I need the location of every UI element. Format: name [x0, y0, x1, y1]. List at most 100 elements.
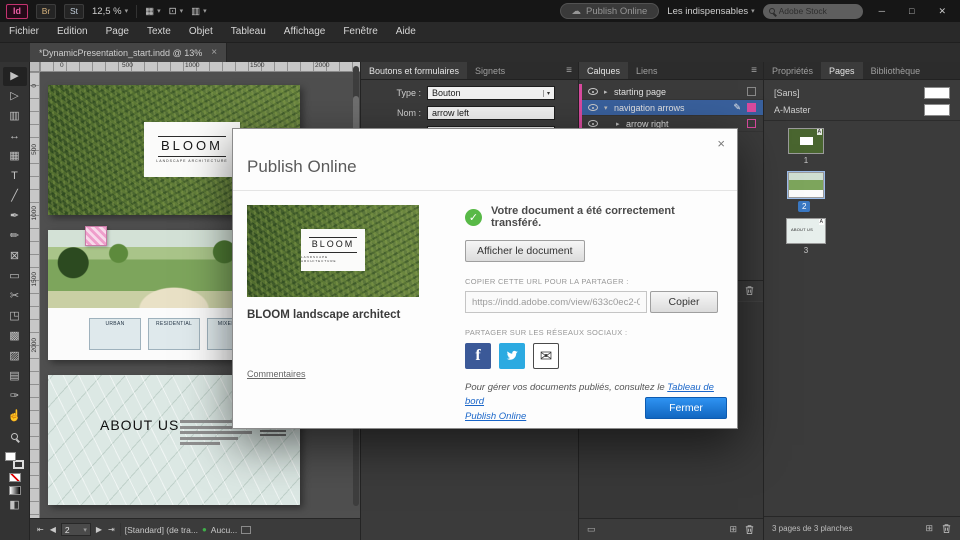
master-row-none[interactable]: [Sans]	[764, 84, 960, 101]
fill-swatch[interactable]	[5, 452, 16, 461]
visibility-eye-icon[interactable]	[588, 104, 598, 111]
tab-pages[interactable]: Pages	[821, 62, 863, 79]
menu-edition[interactable]: Edition	[48, 22, 97, 42]
zoom-tool[interactable]	[3, 427, 27, 446]
menu-tableau[interactable]: Tableau	[222, 22, 275, 42]
page-number-field[interactable]: 2 ▾	[61, 523, 91, 536]
page-tool[interactable]: ▥	[3, 107, 27, 126]
rectangle-frame-tool[interactable]: ⊠	[3, 247, 27, 266]
last-page-button[interactable]: ⇥	[107, 525, 116, 534]
tab-signets[interactable]: Signets	[467, 62, 513, 79]
new-item-icon[interactable]: ⊞	[729, 524, 737, 535]
previous-page-button[interactable]: ◀	[49, 525, 57, 534]
comments-link[interactable]: Commentaires	[247, 369, 306, 379]
menu-objet[interactable]: Objet	[180, 22, 222, 42]
publish-online-link[interactable]: Publish Online	[465, 411, 526, 422]
menu-aide[interactable]: Aide	[387, 22, 425, 42]
new-page-icon[interactable]: ⊞	[925, 523, 933, 534]
preflight-menu-box[interactable]	[241, 526, 251, 534]
adobe-stock-search[interactable]	[763, 4, 863, 19]
menu-fenetre[interactable]: Fenêtre	[334, 22, 386, 42]
publish-online-toolbar-button[interactable]: ☁ Publish Online	[560, 3, 660, 19]
view-options-dropdown[interactable]: ▦ ▾	[145, 6, 161, 17]
selection-tool[interactable]: ▶	[3, 67, 27, 86]
expander-icon[interactable]: ▸	[604, 88, 614, 96]
horizontal-ruler[interactable]: 0 500 1000 1500 2000	[40, 62, 360, 72]
menu-page[interactable]: Page	[97, 22, 138, 42]
pen-tool[interactable]: ✒	[3, 207, 27, 226]
layer-row-starting-page[interactable]: ▸ starting page	[579, 84, 763, 100]
expander-icon[interactable]: ▾	[604, 104, 614, 112]
page-3-number[interactable]: 3	[788, 246, 824, 255]
direct-selection-tool[interactable]: ▷	[3, 87, 27, 106]
visibility-eye-icon[interactable]	[588, 88, 598, 95]
tab-calques[interactable]: Calques	[579, 62, 628, 79]
selection-proxy[interactable]	[747, 87, 756, 96]
email-share-button[interactable]: ✉	[533, 343, 559, 369]
selection-proxy[interactable]	[747, 103, 756, 112]
pencil-tool[interactable]: ✏	[3, 227, 27, 246]
next-page-button[interactable]: ▶	[95, 525, 103, 534]
none-swatch[interactable]	[9, 473, 21, 482]
window-maximize-button[interactable]: □	[901, 6, 922, 16]
document-layout-dropdown[interactable]: ▥ ▾	[191, 6, 207, 17]
free-transform-tool[interactable]: ◳	[3, 307, 27, 326]
workspace-switcher[interactable]: Les indispensables ▾	[667, 6, 754, 17]
master-thumbnail[interactable]	[924, 104, 950, 116]
share-url-input[interactable]	[472, 293, 640, 313]
page-1-number[interactable]: 1	[788, 156, 824, 165]
expander-icon[interactable]: ▸	[616, 120, 626, 128]
stock-button[interactable]: St	[64, 4, 84, 19]
window-minimize-button[interactable]: ─	[871, 6, 893, 16]
menu-affichage[interactable]: Affichage	[275, 22, 335, 42]
master-thumbnail[interactable]	[924, 87, 950, 99]
note-tool[interactable]: ▤	[3, 367, 27, 386]
type-tool[interactable]: T	[3, 167, 27, 186]
gradient-swatch[interactable]	[9, 486, 21, 495]
gradient-feather-tool[interactable]: ▨	[3, 347, 27, 366]
document-tab[interactable]: *DynamicPresentation_start.indd @ 13% ×	[30, 43, 227, 62]
page-3-thumbnail[interactable]: A ABOUT US	[786, 218, 826, 244]
rectangle-tool[interactable]: ▭	[3, 267, 27, 286]
tab-bibliotheque[interactable]: Bibliothèque	[863, 62, 929, 79]
line-tool[interactable]: ╱	[3, 187, 27, 206]
page-2-thumbnail[interactable]	[788, 172, 824, 198]
eyedropper-tool[interactable]: ✑	[3, 387, 27, 406]
view-document-button[interactable]: Afficher le document	[465, 240, 585, 262]
screen-mode-button[interactable]: ◧	[3, 496, 27, 515]
type-dropdown[interactable]: Bouton ▾	[427, 86, 555, 100]
bridge-button[interactable]: Br	[36, 4, 56, 19]
menu-texte[interactable]: Texte	[138, 22, 180, 42]
page-1-thumbnail[interactable]: A	[788, 128, 824, 154]
panel-menu-icon[interactable]: ≡	[560, 62, 578, 79]
panel-menu-icon[interactable]: ≡	[745, 62, 763, 79]
flower-image-snippet[interactable]	[85, 226, 107, 246]
gradient-tool[interactable]: ▩	[3, 327, 27, 346]
stroke-swatch[interactable]	[13, 460, 24, 469]
gap-tool[interactable]: ↔	[3, 127, 27, 146]
first-page-button[interactable]: ⇤	[36, 525, 45, 534]
close-tab-icon[interactable]: ×	[211, 47, 217, 58]
hand-tool[interactable]: ☝	[3, 407, 27, 426]
visibility-eye-icon[interactable]	[588, 120, 598, 127]
layer-row-navigation-arrows[interactable]: ▾ navigation arrows ✎	[579, 100, 763, 116]
window-close-button[interactable]: ✕	[930, 6, 954, 17]
facebook-share-button[interactable]: f	[465, 343, 491, 369]
trash-icon[interactable]	[744, 285, 755, 296]
fermer-button[interactable]: Fermer	[645, 397, 727, 419]
tab-boutons-et-formulaires[interactable]: Boutons et formulaires	[361, 62, 467, 79]
preflight-profile[interactable]: [Standard] (de tra...	[125, 525, 198, 535]
tab-liens[interactable]: Liens	[628, 62, 666, 79]
scissors-tool[interactable]: ✂	[3, 287, 27, 306]
selection-proxy[interactable]	[747, 119, 756, 128]
button-name-input[interactable]	[432, 108, 550, 118]
zoom-level-dropdown[interactable]: 12,5 % ▾	[92, 6, 128, 17]
vertical-ruler[interactable]: 0 500 1000 1500 2000	[30, 72, 40, 518]
trash-icon[interactable]	[941, 523, 952, 534]
twitter-share-button[interactable]	[499, 343, 525, 369]
content-collector-tool[interactable]: ▦	[3, 147, 27, 166]
fill-stroke-swatches[interactable]	[5, 452, 24, 469]
preflight-status-text[interactable]: Aucu...	[211, 525, 237, 535]
stock-search-input[interactable]	[779, 6, 857, 16]
screen-mode-dropdown[interactable]: ⊡ ▾	[169, 6, 183, 17]
